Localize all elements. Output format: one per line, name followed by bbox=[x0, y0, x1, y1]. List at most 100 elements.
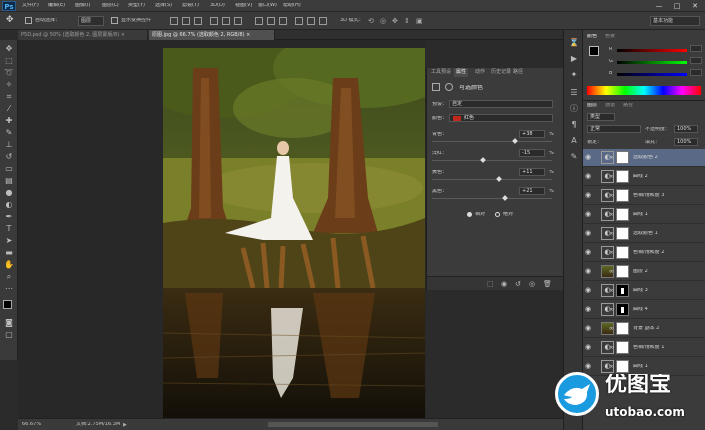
menu-select[interactable]: 选择(S) bbox=[155, 3, 172, 8]
chain-icon[interactable]: ∞ bbox=[609, 325, 614, 332]
more-tools-icon[interactable]: ⋯ bbox=[3, 284, 15, 294]
opacity-input[interactable]: 100% bbox=[674, 125, 698, 133]
3d-rotate-icon[interactable]: ⟲ bbox=[368, 17, 374, 25]
eyedropper-icon[interactable]: ⁄ bbox=[3, 104, 15, 114]
layer-kind-filter[interactable]: 类型 bbox=[587, 113, 615, 121]
layer-row[interactable]: ◉ ∞ 图层 2 bbox=[583, 263, 705, 281]
eraser-icon[interactable]: ▭ bbox=[3, 164, 15, 174]
auto-select-dropdown[interactable]: 图层 bbox=[78, 16, 104, 26]
type-icon[interactable]: T bbox=[3, 224, 15, 234]
distribute-right-icon[interactable] bbox=[319, 17, 327, 25]
brush-icon[interactable]: ✎ bbox=[3, 128, 15, 138]
eye-icon[interactable]: ◉ bbox=[585, 229, 594, 238]
chain-icon[interactable]: ∞ bbox=[609, 211, 614, 218]
delete-icon[interactable]: 🗑 bbox=[543, 280, 552, 288]
3d-slide-icon[interactable]: ⇕ bbox=[404, 17, 410, 25]
zoom-icon[interactable]: ⌕ bbox=[3, 272, 15, 282]
menu-help[interactable]: 帮助(H) bbox=[283, 3, 301, 8]
eye-icon[interactable]: ◉ bbox=[585, 343, 594, 352]
r-slider[interactable] bbox=[617, 49, 687, 52]
menu-layer[interactable]: 图层(L) bbox=[102, 3, 119, 8]
actions-icon[interactable]: ▶ bbox=[568, 54, 580, 64]
menu-3d[interactable]: 3D(D) bbox=[210, 3, 225, 8]
mask-thumbnail[interactable] bbox=[616, 227, 629, 240]
brush-presets-icon[interactable]: ✎ bbox=[568, 152, 580, 162]
eye-icon[interactable]: ◉ bbox=[585, 172, 594, 181]
layer-row[interactable]: ◉ ◐ ∞ 选取颜色 2 bbox=[583, 149, 705, 167]
mask-thumbnail[interactable] bbox=[616, 303, 629, 316]
chain-icon[interactable]: ∞ bbox=[609, 268, 614, 275]
b-slider[interactable] bbox=[617, 73, 687, 76]
view-previous-icon[interactable]: ◉ bbox=[501, 280, 507, 288]
mask-thumbnail[interactable] bbox=[616, 170, 629, 183]
close-button[interactable]: ✕ bbox=[687, 1, 703, 11]
align-left-icon[interactable] bbox=[210, 17, 218, 25]
eye-icon[interactable]: ◉ bbox=[585, 305, 594, 314]
menu-window[interactable]: 窗口(W) bbox=[258, 3, 277, 8]
adjustments-icon[interactable]: ☰ bbox=[568, 88, 580, 98]
shape-icon[interactable]: ▬ bbox=[3, 248, 15, 258]
3d-scale-icon[interactable]: ▣ bbox=[416, 17, 423, 25]
menu-image[interactable]: 图像(I) bbox=[75, 3, 90, 8]
menu-type[interactable]: 类型(Y) bbox=[128, 3, 145, 8]
tab-actions[interactable]: 动作 bbox=[473, 68, 487, 77]
chain-icon[interactable]: ∞ bbox=[609, 154, 614, 161]
g-value[interactable] bbox=[690, 57, 702, 64]
character-icon[interactable]: A bbox=[568, 136, 580, 146]
layer-row[interactable]: ◉ ◐ ∞ 曲线 2 bbox=[583, 168, 705, 186]
tab-paths[interactable]: 路径 bbox=[511, 68, 525, 77]
tab-channels[interactable]: 通道 bbox=[605, 103, 615, 108]
move-icon[interactable]: ✥ bbox=[3, 44, 15, 54]
magic-wand-icon[interactable]: ✧ bbox=[3, 80, 15, 90]
mask-thumbnail[interactable] bbox=[616, 322, 629, 335]
mask-thumbnail[interactable] bbox=[616, 284, 629, 297]
mask-thumbnail[interactable] bbox=[616, 151, 629, 164]
lasso-icon[interactable]: ➰ bbox=[3, 68, 15, 78]
chain-icon[interactable]: ∞ bbox=[609, 249, 614, 256]
layer-row[interactable]: ◉ ◐ ∞ 曲线 1 bbox=[583, 206, 705, 224]
paragraph-icon[interactable]: ¶ bbox=[568, 120, 580, 130]
mask-thumbnail[interactable] bbox=[616, 265, 629, 278]
eye-icon[interactable]: ◉ bbox=[585, 248, 594, 257]
tab-psd-document[interactable]: P5D.psd @ 50% (选取颜色 2, 图层蒙版/8) × bbox=[18, 30, 148, 40]
marquee-icon[interactable]: ⬚ bbox=[3, 56, 15, 66]
eye-icon[interactable]: ◉ bbox=[585, 267, 594, 276]
tab-color[interactable]: 颜色 bbox=[587, 34, 597, 39]
slider-value-input[interactable]: +21 bbox=[519, 187, 545, 195]
tab-history[interactable]: 历史记录 bbox=[489, 68, 513, 77]
quick-mask-icon[interactable]: ◙ bbox=[3, 318, 15, 328]
chain-icon[interactable]: ∞ bbox=[609, 363, 614, 370]
status-arrow-icon[interactable]: ▶ bbox=[123, 422, 127, 428]
visibility-icon[interactable]: ◎ bbox=[529, 280, 535, 288]
align-right-icon[interactable] bbox=[234, 17, 242, 25]
auto-select-checkbox[interactable] bbox=[25, 17, 32, 24]
healing-brush-icon[interactable]: ✚ bbox=[3, 116, 15, 126]
3d-pan-icon[interactable]: ✥ bbox=[392, 17, 398, 25]
minimize-button[interactable]: — bbox=[651, 1, 667, 11]
tab-layers[interactable]: 图层 bbox=[587, 103, 597, 108]
gradient-icon[interactable]: ▤ bbox=[3, 176, 15, 186]
eye-icon[interactable]: ◉ bbox=[585, 324, 594, 333]
chain-icon[interactable]: ∞ bbox=[609, 287, 614, 294]
document-image[interactable] bbox=[163, 48, 425, 418]
distribute-top-icon[interactable] bbox=[255, 17, 263, 25]
maximize-button[interactable]: □ bbox=[669, 1, 685, 11]
layer-row[interactable]: ◉ ◐ ∞ 色相/饱和度 3 bbox=[583, 187, 705, 205]
chain-icon[interactable]: ∞ bbox=[609, 344, 614, 351]
slider-thumb[interactable] bbox=[501, 195, 508, 201]
info-icon[interactable]: ⓘ bbox=[568, 104, 580, 114]
slider-track[interactable] bbox=[432, 198, 552, 199]
foreground-color-swatch[interactable] bbox=[3, 300, 12, 309]
crop-icon[interactable]: ⌗ bbox=[3, 92, 15, 102]
foreground-color-box[interactable] bbox=[589, 46, 599, 56]
slider-thumb[interactable] bbox=[495, 176, 502, 182]
relative-radio[interactable] bbox=[467, 212, 472, 217]
tab-paths-layers[interactable]: 路径 bbox=[623, 103, 633, 108]
fill-input[interactable]: 100% bbox=[674, 138, 698, 146]
chain-icon[interactable]: ∞ bbox=[609, 192, 614, 199]
layer-mask-icon[interactable] bbox=[445, 83, 453, 91]
tab-properties[interactable]: 属性 bbox=[454, 68, 469, 77]
menu-view[interactable]: 视图(V) bbox=[235, 3, 252, 8]
layer-row[interactable]: ◉ ◐ ∞ 曲线 4 bbox=[583, 301, 705, 319]
menu-edit[interactable]: 编辑(E) bbox=[48, 3, 65, 8]
